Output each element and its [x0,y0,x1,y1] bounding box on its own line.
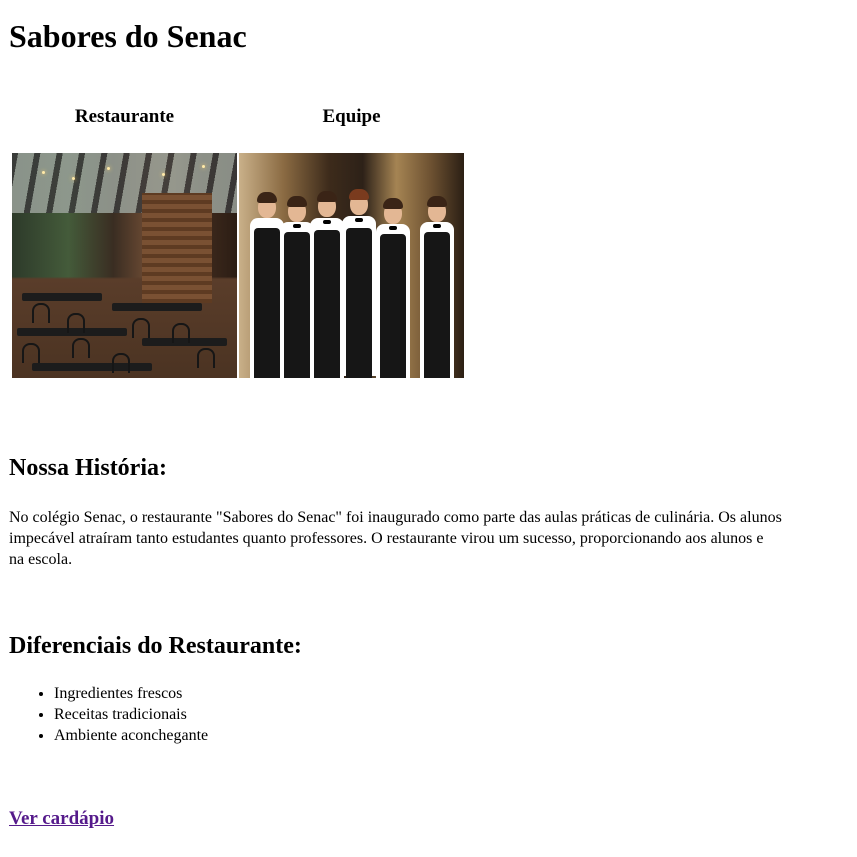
gallery-header-restaurante: Restaurante [74,106,175,127]
differentials-list: Ingredientes frescos Receitas tradiciona… [14,683,208,746]
history-paragraph: No colégio Senac, o restaurante "Sabores… [9,507,857,570]
differentials-title: Diferenciais do Restaurante: [9,633,302,659]
history-line: impecável atraíram tanto estudantes quan… [9,530,764,547]
list-item: Receitas tradicionais [54,704,208,725]
page-title: Sabores do Senac [9,18,247,54]
gallery-header-equipe: Equipe [322,106,381,127]
history-line: na escola. [9,551,73,568]
list-item: Ambiente aconchegante [54,725,208,746]
photo-gallery-table: Restaurante Equipe [10,101,466,380]
history-title: Nossa História: [9,455,167,481]
history-line: No colégio Senac, o restaurante "Sabores… [9,509,782,526]
list-item: Ingredientes frescos [54,683,208,704]
staff-team-photo [239,153,464,378]
restaurant-interior-photo [12,153,237,378]
view-menu-link[interactable]: Ver cardápio [9,806,114,832]
